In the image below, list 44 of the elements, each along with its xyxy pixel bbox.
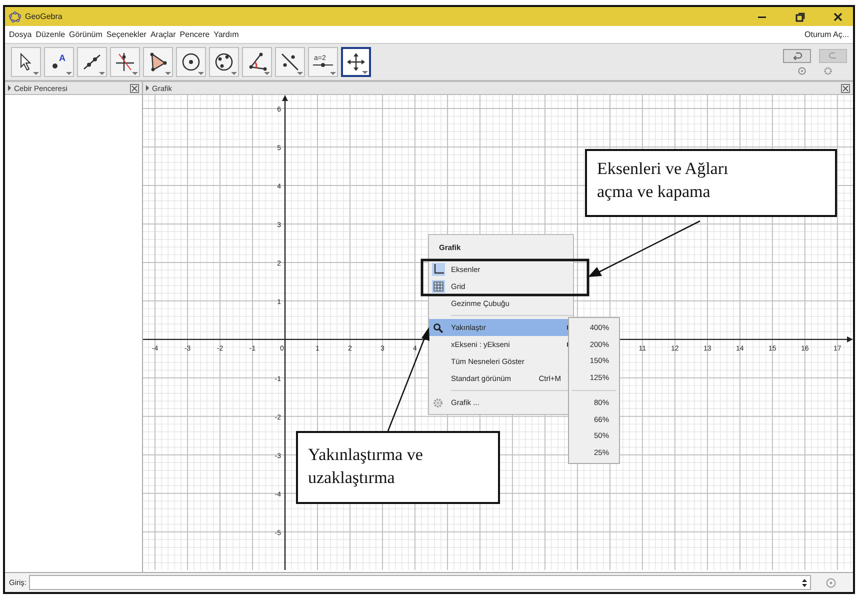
help-icon[interactable] [826, 578, 836, 588]
perpendicular-line-icon [115, 52, 135, 72]
window-title: GeoGebra [25, 12, 62, 21]
menu-item[interactable]: Pencere [180, 30, 210, 39]
close-icon[interactable] [841, 84, 850, 92]
search-icon [433, 322, 443, 332]
callout-box: Yakınlaştırma ve uzaklaştırma [296, 431, 500, 504]
menu-item[interactable]: Dosya [9, 30, 32, 39]
tool-button[interactable] [209, 47, 239, 77]
tool-button[interactable] [110, 47, 140, 77]
up-down-arrow-icon[interactable] [802, 578, 807, 586]
move-icon [346, 52, 366, 72]
undo-button[interactable] [783, 49, 811, 63]
sign-in-link[interactable]: Oturum Aç... [804, 30, 849, 39]
gear-icon [433, 398, 443, 408]
close-icon[interactable] [833, 12, 843, 22]
menu-item[interactable]: Görünüm [69, 30, 102, 39]
undo-icon [792, 52, 802, 60]
callout-box: Eksenleri ve Ağları açma ve kapama [585, 149, 837, 217]
menu-item[interactable]: Seçenekler [106, 30, 146, 39]
triangle-icon [148, 52, 168, 72]
line-icon [82, 52, 102, 72]
tool-button[interactable] [143, 47, 173, 77]
restore-icon[interactable] [795, 12, 805, 22]
settings-icon[interactable] [824, 67, 832, 75]
tool-button[interactable] [77, 47, 107, 77]
tool-button[interactable] [341, 47, 371, 77]
redo-icon [828, 52, 838, 60]
tool-button[interactable]: A [44, 47, 74, 77]
help-icon[interactable] [798, 67, 806, 75]
menu-item[interactable]: Yardım [214, 30, 239, 39]
app-logo-icon [9, 10, 21, 22]
tool-button[interactable] [176, 47, 206, 77]
reflection-icon [280, 52, 300, 72]
input-field[interactable] [28, 575, 811, 590]
tool-button[interactable] [11, 47, 41, 77]
menu-item[interactable]: Araçlar [150, 30, 176, 39]
tool-button[interactable] [242, 47, 272, 77]
circle-icon [181, 52, 201, 72]
ellipse-icon [214, 52, 234, 72]
tool-button[interactable] [275, 47, 305, 77]
close-icon[interactable] [130, 84, 139, 92]
angle-icon [247, 52, 267, 72]
menu-item[interactable]: Düzenle [36, 30, 66, 39]
